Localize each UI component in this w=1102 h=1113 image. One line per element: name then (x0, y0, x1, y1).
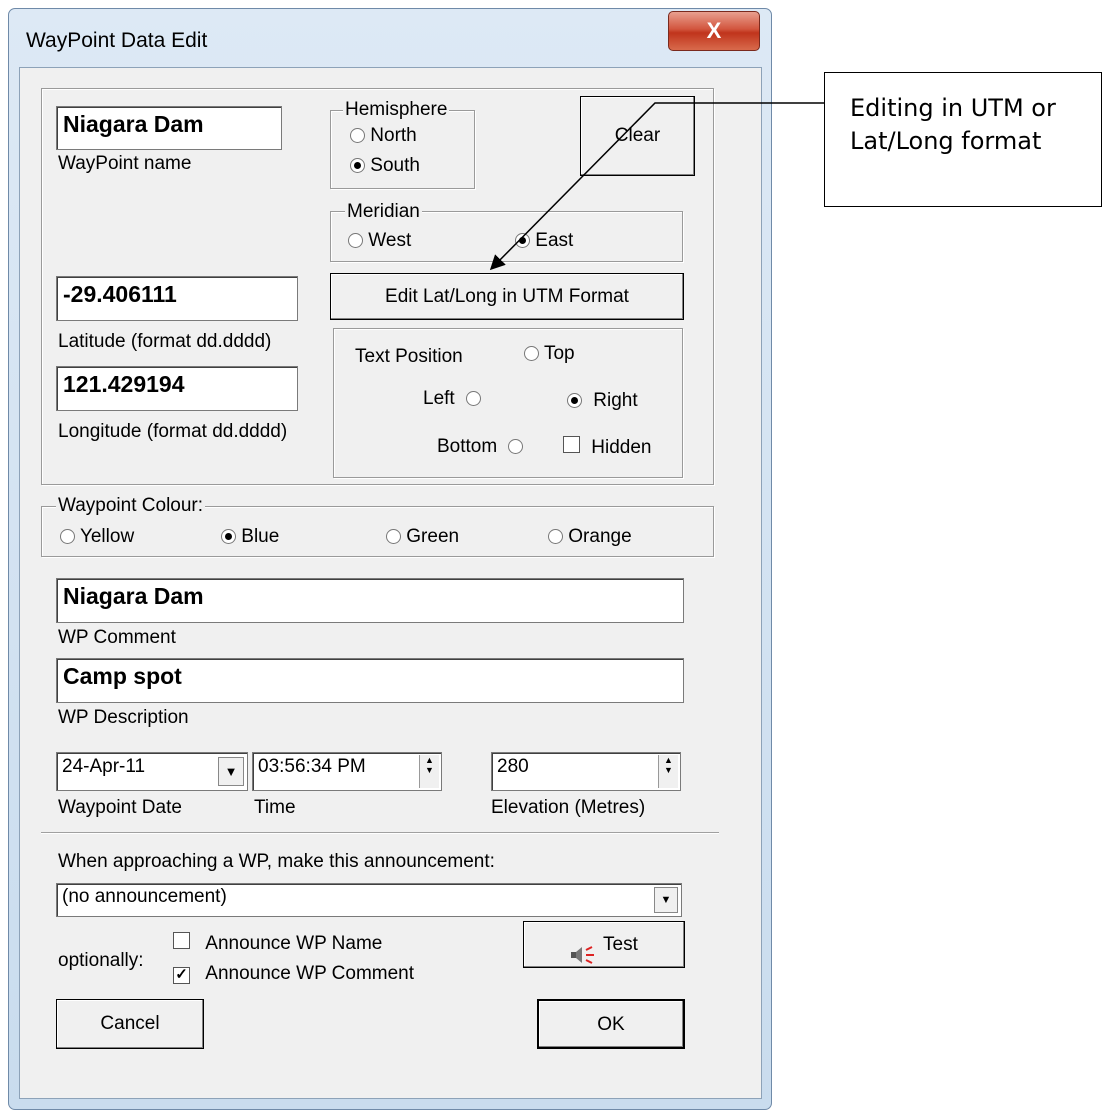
callout-arrow (489, 102, 824, 271)
